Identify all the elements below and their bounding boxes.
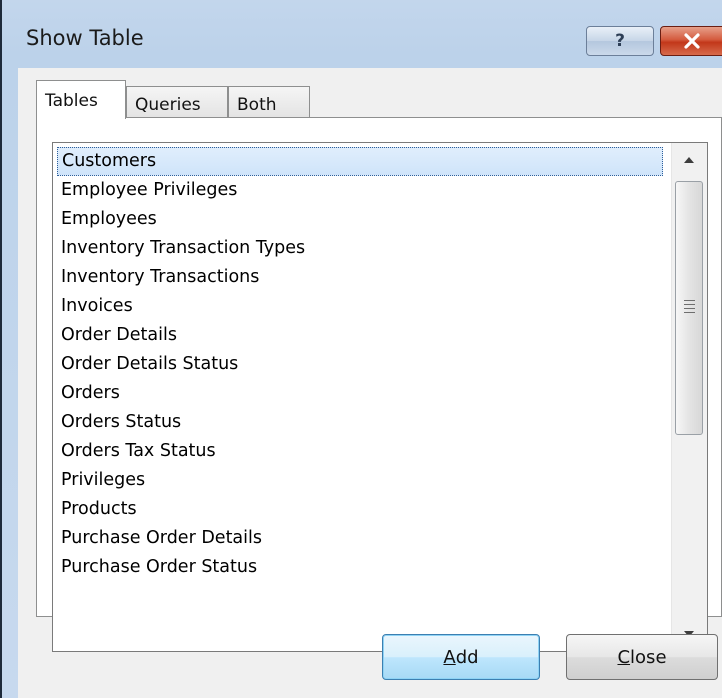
list-item[interactable]: Orders (57, 379, 663, 408)
scroll-grip-icon (684, 300, 695, 316)
close-button[interactable]: Close (566, 634, 718, 680)
list-item[interactable]: Orders Tax Status (57, 437, 663, 466)
close-window-button[interactable] (660, 26, 722, 56)
list-item[interactable]: Employee Privileges (57, 176, 663, 205)
list-item[interactable]: Customers (57, 147, 663, 176)
scroll-up-button[interactable] (672, 143, 706, 177)
close-x-icon (684, 33, 700, 49)
dialog-body: Tables Queries Both Customers Employee P… (18, 68, 722, 698)
table-list[interactable]: Customers Employee Privileges Employees … (52, 142, 708, 652)
list-item[interactable]: Order Details (57, 321, 663, 350)
tab-queries-label: Queries (135, 95, 201, 115)
list-item[interactable]: Purchase Order Status (57, 553, 663, 582)
list-item[interactable]: Inventory Transaction Types (57, 234, 663, 263)
show-table-dialog: Show Table ? Tables Queries Both Custome (0, 0, 722, 698)
tab-both-label: Both (237, 95, 277, 115)
scroll-thumb[interactable] (675, 181, 703, 435)
tab-both[interactable]: Both (228, 86, 310, 118)
vertical-scrollbar[interactable] (671, 143, 707, 651)
title-bar[interactable]: Show Table ? (2, 0, 722, 68)
list-item[interactable]: Orders Status (57, 408, 663, 437)
help-button[interactable]: ? (586, 26, 654, 56)
list-item[interactable]: Inventory Transactions (57, 263, 663, 292)
scroll-up-icon (684, 157, 694, 163)
add-button[interactable]: Add (382, 634, 540, 680)
list-item[interactable]: Purchase Order Details (57, 524, 663, 553)
list-item[interactable]: Invoices (57, 292, 663, 321)
close-button-label: lose (630, 646, 667, 668)
add-button-label: dd (455, 646, 479, 668)
tab-tables[interactable]: Tables (36, 80, 126, 119)
dialog-title: Show Table (26, 26, 144, 50)
table-list-items: Customers Employee Privileges Employees … (57, 147, 663, 582)
help-icon: ? (615, 31, 625, 51)
list-item[interactable]: Privileges (57, 466, 663, 495)
close-button-accelerator: C (617, 646, 631, 668)
tab-tables-label: Tables (45, 91, 98, 111)
list-item[interactable]: Employees (57, 205, 663, 234)
list-item[interactable]: Order Details Status (57, 350, 663, 379)
list-item[interactable]: Products (57, 495, 663, 524)
add-button-accelerator: A (443, 646, 456, 668)
tab-queries[interactable]: Queries (126, 86, 228, 118)
